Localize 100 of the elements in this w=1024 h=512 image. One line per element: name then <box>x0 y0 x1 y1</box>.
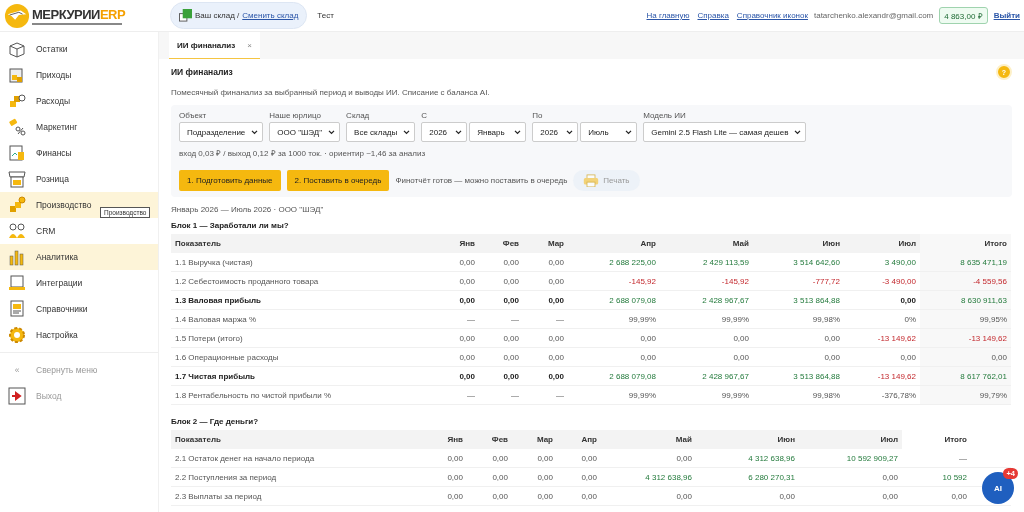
table-cell: 0,00 <box>557 449 601 468</box>
table-cell: — <box>443 385 479 405</box>
column-header: Июл <box>799 430 902 449</box>
table-cell: 1.8 Рентабельность по чистой прибыли % <box>171 385 443 405</box>
table-cell: 3 513 864,88 <box>753 290 844 310</box>
warehouse-label: Ваш склад / <box>195 11 240 20</box>
column-header: Июл <box>844 234 920 253</box>
table-cell: 0,00 <box>479 290 523 310</box>
table-cell: 0,00 <box>557 486 601 506</box>
table-cell: — <box>523 309 568 329</box>
table-cell: 0,00 <box>753 328 844 348</box>
table-cell: 0,00 <box>512 467 557 487</box>
table-cell: 0,00 <box>660 347 753 367</box>
table-cell: 2 688 079,08 <box>568 290 660 310</box>
company-name: Тест <box>317 11 334 20</box>
table-cell: 0,00 <box>479 347 523 367</box>
table-cell: 6 280 270,31 <box>696 467 799 487</box>
column-header: Итого <box>920 234 1011 253</box>
table-cell: 0,00 <box>429 467 467 487</box>
page-title: ИИ финанализ <box>171 67 233 77</box>
table-cell: 10 592 909,27 <box>799 449 902 468</box>
table-cell: 0,00 <box>557 467 601 487</box>
column-header: Янв <box>429 430 467 449</box>
table-cell: 99,99% <box>660 309 753 329</box>
table-cell: -145,92 <box>568 271 660 291</box>
table-cell: 1.6 Операционные расходы <box>171 347 443 367</box>
table-cell: 0,00 <box>467 449 512 468</box>
column-header: Июн <box>753 234 844 253</box>
table-cell: 2 688 225,00 <box>568 253 660 272</box>
table-cell: 0,00 <box>523 271 568 291</box>
table-cell: 99,99% <box>660 385 753 405</box>
table-cell: 0,00 <box>443 290 479 310</box>
filter-label: Объект <box>179 111 208 120</box>
table-cell: 0,00 <box>601 486 696 506</box>
table-cell: 1.5 Потери (итого) <box>171 328 443 348</box>
table-cell: 0,00 <box>479 253 523 272</box>
table-cell: -777,72 <box>753 271 844 291</box>
table-cell: — <box>479 385 523 405</box>
table-cell: 3 513 864,88 <box>753 366 844 386</box>
column-header: Май <box>660 234 753 253</box>
table-cell: 0,00 <box>601 449 696 468</box>
table-cell: 0,00 <box>799 467 902 487</box>
table-cell: 3 514 642,60 <box>753 253 844 272</box>
column-header: Апр <box>557 430 601 449</box>
table-cell: 1.1 Выручка (чистая) <box>171 253 443 272</box>
pricing-note: вход 0,03 ₽ / выход 0,12 ₽ за 1000 ток. · ориентир ~1,46 за анализ <box>179 148 427 158</box>
table-cell: 0,00 <box>696 486 799 506</box>
table-cell: 0,00 <box>443 366 479 386</box>
filter-label: По <box>532 111 544 120</box>
column-header: Янв <box>443 234 479 253</box>
table-cell: 2 429 113,59 <box>660 253 753 272</box>
table-cell: 1.7 Чистая прибыль <box>171 366 443 386</box>
block-title: Блок 2 — Где деньги? <box>171 417 260 426</box>
column-header: Мар <box>512 430 557 449</box>
table-cell: 2.2 Поступления за период <box>171 467 429 487</box>
filter-label: Склад <box>346 111 371 120</box>
table-cell: 99,98% <box>753 385 844 405</box>
table-cell: — <box>443 309 479 329</box>
table-cell: — <box>902 449 1011 468</box>
table-cell: 99,99% <box>568 309 660 329</box>
description: Помесячный финанализ за выбранный период и выводы ИИ. Списание с баланса AI. <box>171 88 491 97</box>
table-cell: 99,99% <box>568 385 660 405</box>
table-cell: 0,00 <box>512 486 557 506</box>
table-cell: 0,00 <box>443 347 479 367</box>
filter-label: Модель ИИ <box>643 111 687 120</box>
column-header: Показатель <box>171 234 443 253</box>
table-cell: 0,00 <box>429 486 467 506</box>
table-cell: 8 635 471,19 <box>920 253 1011 272</box>
table-cell: 0,00 <box>443 253 479 272</box>
table-cell: 0,00 <box>753 347 844 367</box>
table-cell: 0,00 <box>467 467 512 487</box>
period-text: Январь 2026 — Июль 2026 · ООО "ШЭД" <box>171 205 325 214</box>
column-header: Апр <box>568 234 660 253</box>
table-cell: 0,00 <box>523 253 568 272</box>
table-cell: 2 428 967,67 <box>660 290 753 310</box>
column-header: Июн <box>696 430 799 449</box>
column-header: Мар <box>523 234 568 253</box>
table-cell: -145,92 <box>660 271 753 291</box>
table-cell: 0,00 <box>479 366 523 386</box>
column-header: Фев <box>479 234 523 253</box>
table-cell: 2 428 967,67 <box>660 366 753 386</box>
block-title: Блок 1 — Заработали ли мы? <box>171 221 290 230</box>
table-cell: 1.2 Себестоимость проданного товара <box>171 271 443 291</box>
brand-suffix: ERP <box>99 6 126 22</box>
table-cell: 0,00 <box>523 328 568 348</box>
column-header: Май <box>601 430 696 449</box>
filter-label: Наше юрлицо <box>269 111 322 120</box>
table-cell: 0,00 <box>429 449 467 468</box>
table-cell: 0,00 <box>568 347 660 367</box>
column-header: Фев <box>467 430 512 449</box>
table-cell: 2.1 Остаток денег на начало периода <box>171 449 429 468</box>
table-cell: 0,00 <box>512 449 557 468</box>
table-cell: — <box>523 385 568 405</box>
table-cell: 4 312 638,96 <box>696 449 799 468</box>
table-cell: 0,00 <box>523 290 568 310</box>
brand-name: МЕРКУРИИ <box>32 6 100 22</box>
table-cell: 0,00 <box>523 347 568 367</box>
table-cell: — <box>479 309 523 329</box>
table-cell: 1.3 Валовая прибыль <box>171 290 443 310</box>
table-cell: 0,00 <box>443 328 479 348</box>
